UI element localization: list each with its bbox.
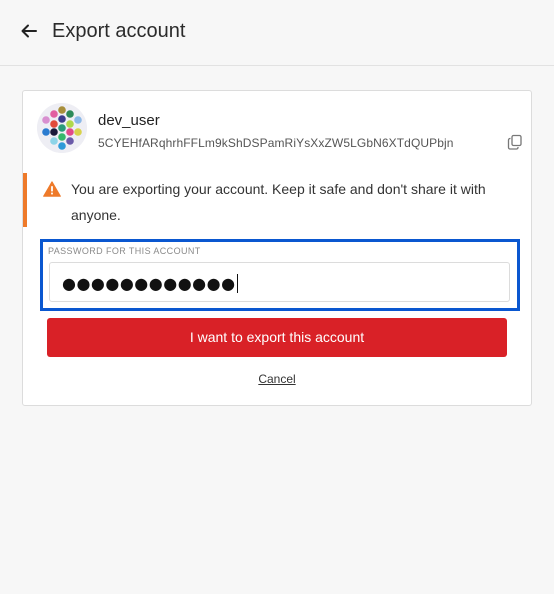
export-card: dev_user 5CYEHfARqhrhFFLm9kShDSPamRiYsXx…	[22, 90, 532, 406]
identicon	[37, 103, 87, 153]
password-value: ●●●●●●●●●●●●	[62, 274, 236, 293]
password-label: PASSWORD FOR THIS ACCOUNT	[48, 246, 201, 256]
password-input[interactable]: ●●●●●●●●●●●●	[49, 262, 510, 302]
arrow-left-icon	[21, 24, 37, 38]
account-name: dev_user	[98, 112, 160, 129]
warning-accent-bar	[23, 173, 27, 227]
back-button[interactable]	[18, 20, 40, 42]
cancel-link-row: Cancel	[23, 371, 531, 387]
page-title: Export account	[52, 20, 186, 42]
export-account-button[interactable]: I want to export this account	[47, 318, 507, 357]
header: Export account	[0, 0, 554, 66]
cancel-link[interactable]: Cancel	[258, 372, 295, 386]
account-address: 5CYEHfARqhrhFFLm9kShDSPamRiYsXxZW5LGbN6X…	[98, 136, 454, 150]
copy-icon[interactable]	[507, 134, 523, 150]
password-field-group: PASSWORD FOR THIS ACCOUNT ●●●●●●●●●●●●	[40, 239, 520, 311]
warning-triangle-icon	[43, 181, 61, 197]
warning-text: You are exporting your account. Keep it …	[71, 181, 486, 223]
warning-notice: You are exporting your account. Keep it …	[23, 173, 531, 227]
text-caret	[236, 274, 238, 293]
